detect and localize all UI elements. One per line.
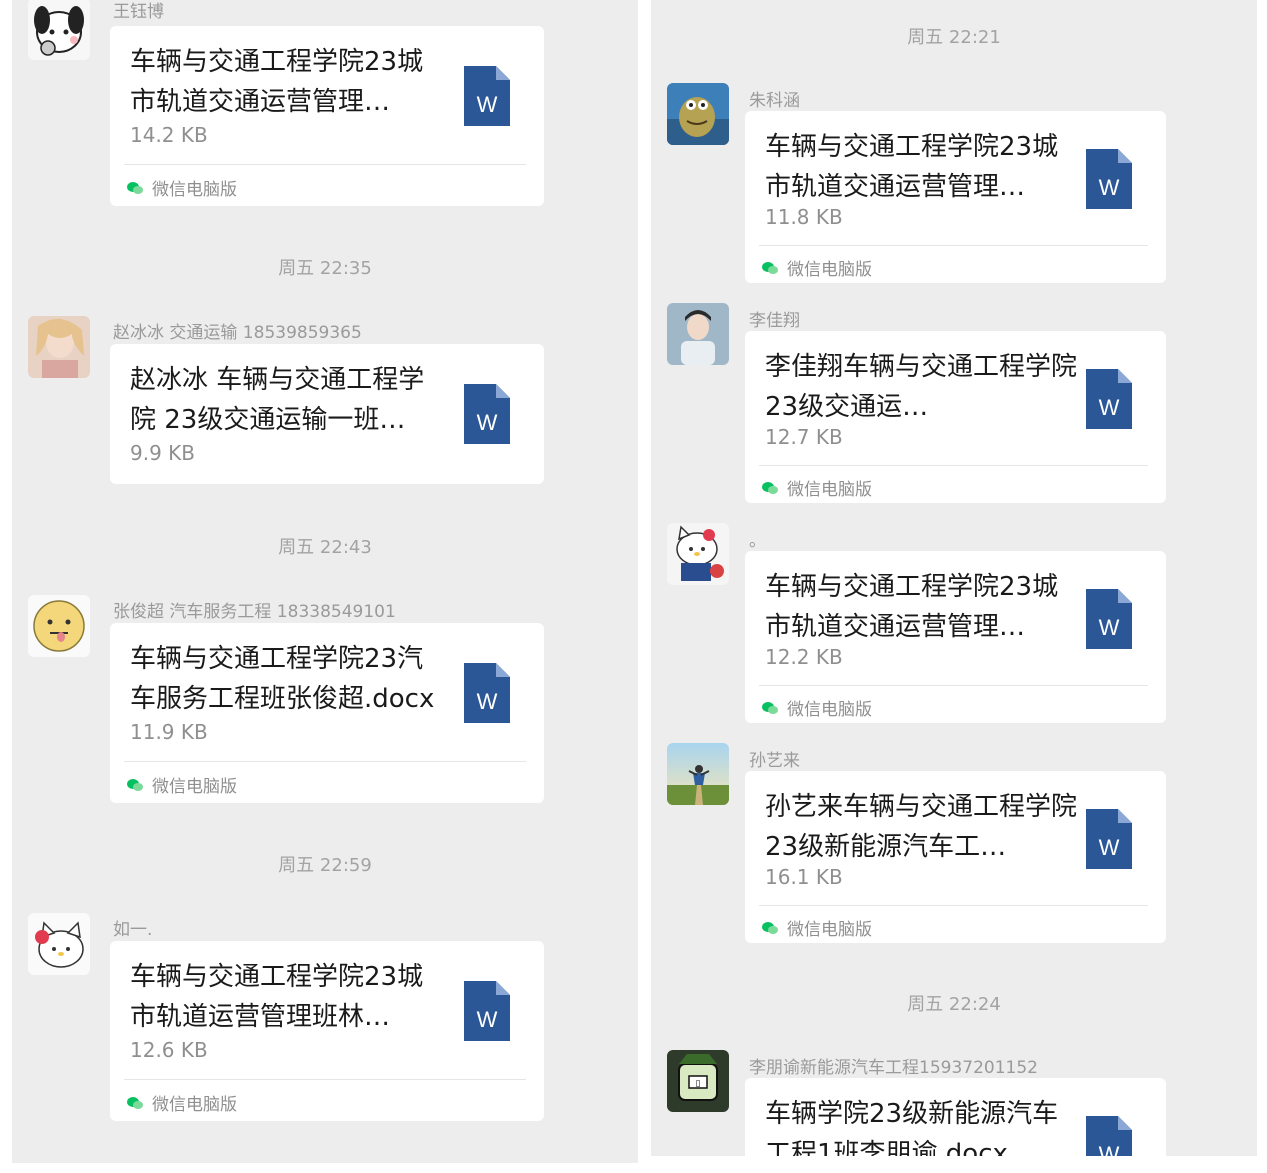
sender-name: 朱科涵 [749, 91, 800, 111]
avatar-pochacco[interactable] [28, 0, 90, 60]
file-message-bubble[interactable]: 赵冰冰 车辆与交通工程学院 23级交通运输一班… 9.9 KB W [110, 344, 544, 484]
word-doc-icon: W [1086, 589, 1132, 649]
file-name: 车辆与交通工程学院23城市轨道交通运营管理… [130, 47, 424, 117]
file-message-bubble[interactable]: 车辆与交通工程学院23城市轨道交通运营管理… 11.8 KB W 微信电脑版 [745, 111, 1166, 283]
word-doc-icon: W [1086, 369, 1132, 429]
wechat-icon [761, 481, 779, 495]
svg-text:W: W [477, 1007, 498, 1032]
source-label: 微信电脑版 [126, 772, 237, 797]
sender-name: 张俊超 汽车服务工程 18338549101 [113, 602, 396, 622]
source-text: 微信电脑版 [152, 777, 237, 797]
svg-text:W: W [477, 689, 498, 714]
file-size: 9.9 KB [130, 441, 195, 465]
sender-name: 赵冰冰 交通运输 18539859365 [113, 323, 362, 343]
file-name: 车辆与交通工程学院23城市轨道交通运营管理… [765, 132, 1059, 202]
divider [759, 685, 1148, 686]
divider [759, 245, 1148, 246]
wechat-icon [761, 261, 779, 275]
file-message-bubble[interactable]: 车辆与交通工程学院23汽车服务工程班张俊超.docx 11.9 KB W 微信电… [110, 623, 544, 803]
file-message-bubble[interactable]: 李佳翔车辆与交通工程学院23级交通运… 12.7 KB W 微信电脑版 [745, 331, 1166, 503]
file-size: 11.9 KB [130, 720, 208, 744]
file-name: 李佳翔车辆与交通工程学院23级交通运… [765, 352, 1078, 422]
timestamp: 周五 22:21 [907, 27, 1001, 48]
source-label: 微信电脑版 [126, 175, 237, 200]
sender-name: 王钰博 [113, 2, 164, 22]
sender-name: 如一. [113, 920, 153, 940]
svg-text:W: W [477, 410, 498, 435]
word-doc-icon: W [464, 663, 510, 723]
wechat-icon [126, 778, 144, 792]
svg-text:W: W [477, 92, 498, 117]
source-text: 微信电脑版 [152, 1095, 237, 1115]
file-name: 赵冰冰 车辆与交通工程学院 23级交通运输一班… [130, 365, 425, 435]
svg-text:W: W [1099, 175, 1120, 200]
svg-text:W: W [1099, 615, 1120, 640]
divider [124, 761, 526, 762]
svg-text:▯: ▯ [696, 1079, 701, 1089]
file-size: 12.2 KB [765, 645, 843, 669]
avatar-hello-kitty[interactable] [28, 913, 90, 975]
source-label: 微信电脑版 [761, 475, 872, 500]
divider [759, 465, 1148, 466]
source-label: 微信电脑版 [761, 915, 872, 940]
avatar-hello-kitty[interactable] [667, 523, 729, 585]
wechat-icon [761, 921, 779, 935]
sender-name: 李朋谕新能源汽车工程15937201152 [749, 1058, 1038, 1078]
word-doc-icon: W [464, 981, 510, 1041]
svg-text:W: W [1099, 835, 1120, 860]
divider [124, 1079, 526, 1080]
file-message-bubble[interactable]: 孙艺来车辆与交通工程学院23级新能源汽车工… 16.1 KB W 微信电脑版 [745, 771, 1166, 943]
wechat-icon [126, 1096, 144, 1110]
avatar-anime-boy[interactable] [667, 303, 729, 365]
file-name: 车辆与交通工程学院23城市轨道交通运营管理… [765, 572, 1059, 642]
source-label: 微信电脑版 [126, 1090, 237, 1115]
timestamp: 周五 22:35 [278, 258, 372, 279]
word-doc-icon: W [464, 384, 510, 444]
svg-text:W: W [1099, 1142, 1120, 1156]
sender-name: 李佳翔 [749, 311, 800, 331]
divider [124, 164, 526, 165]
timestamp: 周五 22:59 [278, 855, 372, 876]
file-message-bubble[interactable]: 车辆与交通工程学院23城市轨道交通运营管理… 12.2 KB W 微信电脑版 [745, 551, 1166, 723]
sender-name: 孙艺来 [749, 751, 800, 771]
wechat-icon [126, 181, 144, 195]
source-text: 微信电脑版 [152, 180, 237, 200]
right-chat-panel: 周五 22:21 朱科涵 车辆与交通工程学院23城市轨道交通运营管理… 11.8… [651, 0, 1257, 1156]
avatar-landscape-photo[interactable] [667, 743, 729, 805]
divider [759, 905, 1148, 906]
wechat-icon [761, 701, 779, 715]
timestamp: 周五 22:43 [278, 537, 372, 558]
left-chat-panel: 王钰博 车辆与交通工程学院23城市轨道交通运营管理… 14.2 KB W 微信电… [12, 0, 638, 1163]
word-doc-icon: W [1086, 149, 1132, 209]
file-name: 车辆与交通工程学院23汽车服务工程班张俊超.docx [130, 644, 435, 714]
file-size: 14.2 KB [130, 123, 208, 147]
source-text: 微信电脑版 [787, 480, 872, 500]
file-message-bubble[interactable]: 车辆学院23级新能源汽车工程1班李朋谕.docx W [745, 1078, 1166, 1156]
word-doc-icon: W [1086, 809, 1132, 869]
sender-name: 。 [749, 531, 766, 551]
avatar-photo[interactable] [28, 316, 90, 378]
file-message-bubble[interactable]: 车辆与交通工程学院23城市轨道运营管理班林… 12.6 KB W 微信电脑版 [110, 941, 544, 1121]
file-size: 11.8 KB [765, 205, 843, 229]
word-doc-icon: W [1086, 1116, 1132, 1156]
file-size: 12.7 KB [765, 425, 843, 449]
source-label: 微信电脑版 [761, 695, 872, 720]
source-text: 微信电脑版 [787, 700, 872, 720]
avatar-game-character[interactable]: ▯ [667, 1050, 729, 1112]
timestamp: 周五 22:24 [907, 994, 1001, 1015]
file-name: 孙艺来车辆与交通工程学院23级新能源汽车工… [765, 792, 1078, 862]
source-label: 微信电脑版 [761, 255, 872, 280]
file-size: 16.1 KB [765, 865, 843, 889]
source-text: 微信电脑版 [787, 920, 872, 940]
svg-text:W: W [1099, 395, 1120, 420]
file-name: 车辆学院23级新能源汽车工程1班李朋谕.docx [765, 1099, 1059, 1156]
avatar-cartoon-frog[interactable] [667, 83, 729, 145]
file-name: 车辆与交通工程学院23城市轨道运营管理班林… [130, 962, 424, 1032]
file-size: 12.6 KB [130, 1038, 208, 1062]
source-text: 微信电脑版 [787, 260, 872, 280]
avatar-emoji-face[interactable] [28, 595, 90, 657]
word-doc-icon: W [464, 66, 510, 126]
file-message-bubble[interactable]: 车辆与交通工程学院23城市轨道交通运营管理… 14.2 KB W 微信电脑版 [110, 26, 544, 206]
